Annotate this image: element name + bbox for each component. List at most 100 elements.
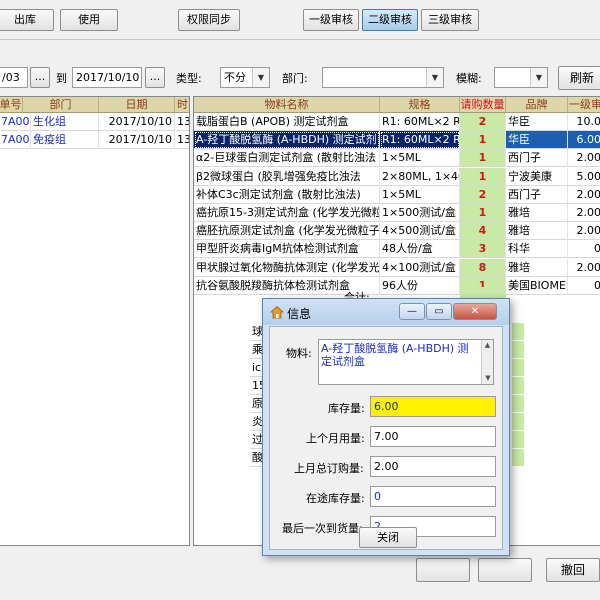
- stock-field[interactable]: 6.00: [370, 396, 496, 417]
- date-from-field[interactable]: /03: [0, 67, 28, 88]
- table-row[interactable]: 癌胚抗原测定试剂盒 (化学发光微粒子 4×500测试/盒 4 雅培 2.00: [194, 222, 600, 241]
- column-header[interactable]: 规格: [380, 97, 460, 113]
- spec-cell: 1×500测试/盒: [380, 204, 460, 222]
- tab-third-audit[interactable]: 三级审核: [421, 9, 479, 31]
- date-cell: 2017/10/10: [99, 131, 175, 149]
- close-window-button[interactable]: ✕: [453, 303, 497, 320]
- first-audit-cell: 10.0: [568, 113, 600, 131]
- first-audit-cell: 2.00: [568, 222, 600, 241]
- request-qty-cell: 1: [460, 167, 506, 186]
- brand-cell: 雅培: [506, 204, 568, 222]
- close-button[interactable]: 关闭: [359, 527, 417, 548]
- minimize-button[interactable]: —: [399, 303, 425, 320]
- brand-cell: 美国BIOMERI: [506, 276, 568, 295]
- outbound-button[interactable]: 出库: [0, 9, 54, 31]
- brand-cell: 华臣: [506, 113, 568, 131]
- first-audit-cell: 2.00: [568, 149, 600, 168]
- last-month-usage-field[interactable]: 7.00: [370, 426, 496, 447]
- column-header[interactable]: 品牌: [506, 97, 568, 113]
- table-row[interactable]: 抗谷氨酸脱羧酶抗体检测试剂盒96人份1美国BIOMERI0: [194, 276, 600, 295]
- request-qty-cell: [512, 359, 524, 376]
- fuzzy-select[interactable]: ▼: [494, 67, 548, 88]
- table-row[interactable]: β2微球蛋白 (胶乳增强免疫比浊法 2×80ML, 1×40 1 宁波美康 5.00: [194, 167, 600, 186]
- column-header[interactable]: 日期: [99, 97, 175, 113]
- request-qty-cell: 1: [460, 149, 506, 168]
- left-order-grid: 单号 部门 日期 时 7A001 生化组 2017/10/10 13 7A001…: [0, 96, 190, 546]
- column-header[interactable]: 单号: [0, 97, 23, 113]
- last-month-usage-label: 上个月用量:: [306, 432, 365, 445]
- first-audit-cell: 6.00: [568, 131, 600, 150]
- dialog-titlebar[interactable]: 信息 — ▭ ✕: [263, 299, 509, 325]
- chevron-down-icon: ▼: [530, 68, 547, 87]
- column-header[interactable]: 物料名称: [194, 97, 380, 113]
- spec-cell: R1: 60ML×2 R2: [380, 113, 460, 131]
- time-cell: 13: [175, 113, 189, 131]
- material-name-cell: 癌胚抗原测定试剂盒 (化学发光微粒子: [194, 222, 380, 241]
- table-row[interactable]: α2-巨球蛋白测定试剂盒 (散射比浊法 1×5ML 1 西门子 2.00: [194, 149, 600, 168]
- table-row[interactable]: 补体C3c测定试剂盒 (散射比浊法) 1×5ML 2 西门子 2.00: [194, 185, 600, 204]
- request-qty-cell: 4: [460, 222, 506, 241]
- column-header[interactable]: 请购数量: [460, 97, 506, 113]
- table-row[interactable]: 7A001 免疫组 2017/10/10 13: [0, 131, 189, 149]
- table-row[interactable]: 甲型肝炎病毒IgM抗体检测试剂盒48人份/盒3科华0: [194, 240, 600, 259]
- type-label: 类型:: [176, 72, 202, 85]
- brand-cell: 宁波美康: [506, 167, 568, 186]
- textarea-scrollbar[interactable]: ▲ ▼: [481, 340, 493, 384]
- request-qty-cell: 8: [460, 258, 506, 277]
- date-to-picker-button[interactable]: ...: [145, 67, 165, 88]
- material-name-cell: α2-巨球蛋白测定试剂盒 (散射比浊法: [194, 149, 380, 168]
- last-month-order-label: 上月总订购量:: [294, 462, 364, 475]
- column-header[interactable]: 部门: [23, 97, 99, 113]
- spec-cell: 48人份/盒: [380, 240, 460, 259]
- undo-button[interactable]: 撤回: [546, 558, 600, 582]
- info-dialog: 信息 — ▭ ✕ 物料: A-羟丁酸脱氢酶 (A-HBDH) 测定试剂盒 ▲ ▼…: [262, 298, 510, 556]
- request-qty-cell: 1: [460, 131, 506, 150]
- first-audit-cell: 2.00: [568, 186, 600, 204]
- dept-select[interactable]: ▼: [322, 67, 444, 88]
- brand-cell: 雅培: [506, 258, 568, 277]
- chevron-down-icon: ▼: [426, 68, 443, 87]
- material-label: 物料:: [286, 347, 312, 360]
- request-qty-cell: [512, 413, 524, 430]
- home-icon: [269, 305, 285, 319]
- dialog-body: 物料: A-羟丁酸脱氢酶 (A-HBDH) 测定试剂盒 ▲ ▼ 库存量: 6.0…: [269, 326, 503, 550]
- brand-cell: 科华: [506, 240, 568, 259]
- column-header[interactable]: 时: [175, 97, 189, 113]
- maximize-button[interactable]: ▭: [426, 303, 452, 320]
- request-qty-cell: [512, 395, 524, 412]
- column-header[interactable]: 一级审: [568, 97, 600, 113]
- scroll-up-icon[interactable]: ▲: [482, 340, 493, 351]
- tab-second-audit[interactable]: 二级审核: [362, 9, 418, 31]
- last-arrival-label: 最后一次到货量:: [282, 522, 363, 535]
- type-select[interactable]: 不分 ▼: [220, 67, 270, 88]
- table-row[interactable]: 甲状腺过氧化物酶抗体测定 (化学发光 4×100测试/盒 8 雅培 2.00: [194, 258, 600, 277]
- to-label: 到: [56, 72, 67, 85]
- brand-cell: 华臣: [506, 131, 568, 150]
- material-textarea[interactable]: A-羟丁酸脱氢酶 (A-HBDH) 测定试剂盒 ▲ ▼: [318, 339, 494, 385]
- tab-first-audit[interactable]: 一级审核: [303, 9, 359, 31]
- first-audit-cell: 5.00: [568, 168, 600, 186]
- material-name-cell: 补体C3c测定试剂盒 (散射比浊法): [194, 185, 380, 204]
- bottom-action-button[interactable]: [416, 558, 470, 582]
- use-button[interactable]: 使用: [60, 9, 118, 31]
- last-month-order-field[interactable]: 2.00: [370, 456, 496, 477]
- spec-cell: 4×100测试/盒: [380, 258, 460, 277]
- bottom-action-button-2[interactable]: [478, 558, 532, 582]
- request-qty-cell: 3: [460, 240, 506, 259]
- permission-sync-button[interactable]: 权限同步: [178, 9, 240, 31]
- request-qty-cell: [512, 323, 524, 340]
- scroll-down-icon[interactable]: ▼: [482, 373, 493, 384]
- table-row[interactable]: A-羟丁酸脱氢酶 (A-HBDH) 测定试剂 R1: 60ML×2 R2 1 华臣 6.…: [194, 131, 600, 150]
- table-row[interactable]: 7A001 生化组 2017/10/10 13: [0, 113, 189, 131]
- date-from-picker-button[interactable]: ...: [30, 67, 50, 88]
- table-row[interactable]: 载脂蛋白B (APOB) 测定试剂盒 R1: 60ML×2 R2 2 华臣 10.0: [194, 113, 600, 131]
- in-transit-field[interactable]: 0: [370, 486, 496, 507]
- refresh-button[interactable]: 刷新: [558, 66, 600, 90]
- type-select-value: 不分: [224, 71, 246, 84]
- stock-label: 库存量:: [328, 402, 365, 415]
- order-number-cell: 7A001: [0, 113, 31, 131]
- table-row[interactable]: 癌抗原15-3测定试剂盒 (化学发光微粒 1×500测试/盒 1 雅培 2.00: [194, 204, 600, 222]
- date-to-field[interactable]: 2017/10/10: [72, 67, 142, 88]
- fuzzy-label: 模糊:: [456, 72, 482, 85]
- dialog-title: 信息: [287, 307, 312, 321]
